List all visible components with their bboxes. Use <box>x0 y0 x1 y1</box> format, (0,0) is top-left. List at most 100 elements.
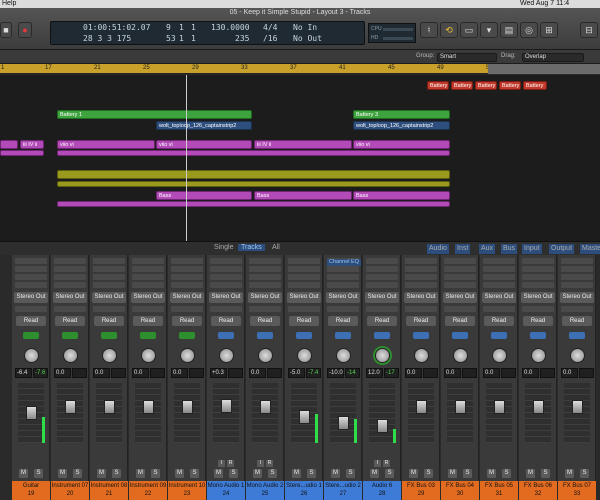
insert-slot[interactable] <box>366 274 398 280</box>
group-slot[interactable] <box>62 332 78 339</box>
mute-button[interactable]: M <box>370 469 379 478</box>
solo-button[interactable]: S <box>73 469 82 478</box>
mute-button[interactable]: M <box>409 469 418 478</box>
volume-fader[interactable] <box>299 410 310 424</box>
output-select[interactable]: Stereo Out <box>443 292 477 303</box>
insert-slot[interactable] <box>132 274 164 280</box>
volume-value[interactable]: -6.4 <box>15 368 32 378</box>
insert-slot[interactable] <box>444 266 476 272</box>
region-battery-red[interactable]: Battery <box>451 81 473 90</box>
tab-all[interactable]: All <box>272 244 280 251</box>
volume-value[interactable]: 0.0 <box>444 368 461 378</box>
solo-button[interactable]: S <box>268 469 277 478</box>
insert-slot[interactable] <box>93 266 125 272</box>
tab-tracks[interactable]: Tracks <box>238 244 265 251</box>
solo-button[interactable]: S <box>424 469 433 478</box>
lcd-display[interactable]: 01:00:51:02.07 9 1 1 130.0000 4/4 No In … <box>50 21 365 45</box>
channel-name[interactable]: Instrument 08 <box>90 481 128 491</box>
record-button[interactable]: ● <box>18 22 32 38</box>
insert-slot[interactable] <box>288 282 320 288</box>
send-slot[interactable] <box>93 306 125 312</box>
channel-name[interactable]: Stere...udio 1 <box>285 481 323 491</box>
notepad-icon[interactable]: ▤ <box>500 22 518 38</box>
insert-slot[interactable] <box>522 258 554 264</box>
insert-slot[interactable] <box>132 266 164 272</box>
group-slot[interactable] <box>257 332 273 339</box>
region-chords[interactable] <box>57 170 450 179</box>
insert-slot[interactable] <box>210 282 242 288</box>
channel-name[interactable]: Guitar <box>12 481 50 491</box>
volume-fader[interactable] <box>533 400 544 414</box>
solo-button[interactable]: S <box>580 469 589 478</box>
send-slot[interactable] <box>366 306 398 312</box>
insert-slot[interactable] <box>444 282 476 288</box>
group-slot[interactable] <box>491 332 507 339</box>
insert-slot[interactable] <box>561 258 593 264</box>
group-slot[interactable] <box>530 332 546 339</box>
menu-help[interactable]: Help <box>2 0 16 8</box>
volume-value[interactable]: 0.0 <box>171 368 188 378</box>
insert-slot[interactable] <box>522 282 554 288</box>
send-slot[interactable] <box>249 306 281 312</box>
region-battery-3[interactable]: Battery 3 <box>353 110 450 119</box>
send-slot[interactable] <box>483 306 515 312</box>
send-slot[interactable] <box>15 306 47 312</box>
send-slot[interactable] <box>210 306 242 312</box>
solo-button[interactable]: S <box>541 469 550 478</box>
mute-button[interactable]: M <box>526 469 535 478</box>
insert-slot[interactable] <box>327 282 359 288</box>
send-slot[interactable] <box>54 306 86 312</box>
region-bass[interactable]: Bass <box>254 191 352 200</box>
insert-slot[interactable] <box>210 274 242 280</box>
volume-value[interactable]: 0.0 <box>249 368 266 378</box>
volume-value[interactable]: 0.0 <box>405 368 422 378</box>
automation-mode[interactable]: Read <box>94 316 124 326</box>
pan-knob[interactable] <box>297 348 312 363</box>
insert-slot[interactable] <box>54 258 86 264</box>
pan-knob[interactable] <box>414 348 429 363</box>
channel-eq-plugin[interactable]: Channel EQ <box>327 259 361 266</box>
insert-slot[interactable] <box>171 274 203 280</box>
output-select[interactable]: Stereo Out <box>53 292 87 303</box>
insert-slot[interactable] <box>171 282 203 288</box>
bar-ruler-tail[interactable] <box>488 64 600 74</box>
insert-slot[interactable] <box>210 258 242 264</box>
volume-fader[interactable] <box>494 400 505 414</box>
send-slot[interactable] <box>288 306 320 312</box>
channel-name[interactable]: FX Bus 06 <box>519 481 557 491</box>
region-viio[interactable]: viio vi <box>156 140 252 149</box>
record-enable-button[interactable]: R <box>266 460 273 467</box>
insert-slot[interactable] <box>54 274 86 280</box>
send-slot[interactable] <box>522 306 554 312</box>
channel-name[interactable]: Instrument 10 <box>168 481 206 491</box>
insert-slot[interactable] <box>366 282 398 288</box>
volume-fader[interactable] <box>221 399 232 413</box>
volume-value[interactable]: 0.0 <box>93 368 110 378</box>
output-select[interactable]: Stereo Out <box>365 292 399 303</box>
region-bass[interactable]: Bass <box>156 191 252 200</box>
pan-knob[interactable] <box>24 348 39 363</box>
volume-fader[interactable] <box>572 400 583 414</box>
insert-slot[interactable] <box>15 266 47 272</box>
input-monitor-button[interactable]: I <box>218 460 225 467</box>
volume-fader[interactable] <box>338 416 349 430</box>
send-slot[interactable] <box>327 306 359 312</box>
solo-button[interactable]: S <box>307 469 316 478</box>
insert-slot[interactable] <box>288 258 320 264</box>
output-select[interactable]: Stereo Out <box>170 292 204 303</box>
insert-slot[interactable] <box>54 266 86 272</box>
insert-slot[interactable] <box>54 282 86 288</box>
mute-button[interactable]: M <box>292 469 301 478</box>
mute-button[interactable]: M <box>487 469 496 478</box>
automation-mode[interactable]: Read <box>367 316 397 326</box>
insert-slot[interactable] <box>366 258 398 264</box>
input-monitor-button[interactable]: I <box>257 460 264 467</box>
channel-name[interactable]: Instrument 09 <box>129 481 167 491</box>
mute-button[interactable]: M <box>253 469 262 478</box>
insert-slot[interactable] <box>171 266 203 272</box>
region-bass[interactable]: Bass <box>353 191 450 200</box>
region-battery-red[interactable]: Battery <box>523 81 547 90</box>
insert-slot[interactable] <box>15 258 47 264</box>
group-slot[interactable] <box>101 332 117 339</box>
region-battery-red[interactable]: Battery <box>427 81 449 90</box>
